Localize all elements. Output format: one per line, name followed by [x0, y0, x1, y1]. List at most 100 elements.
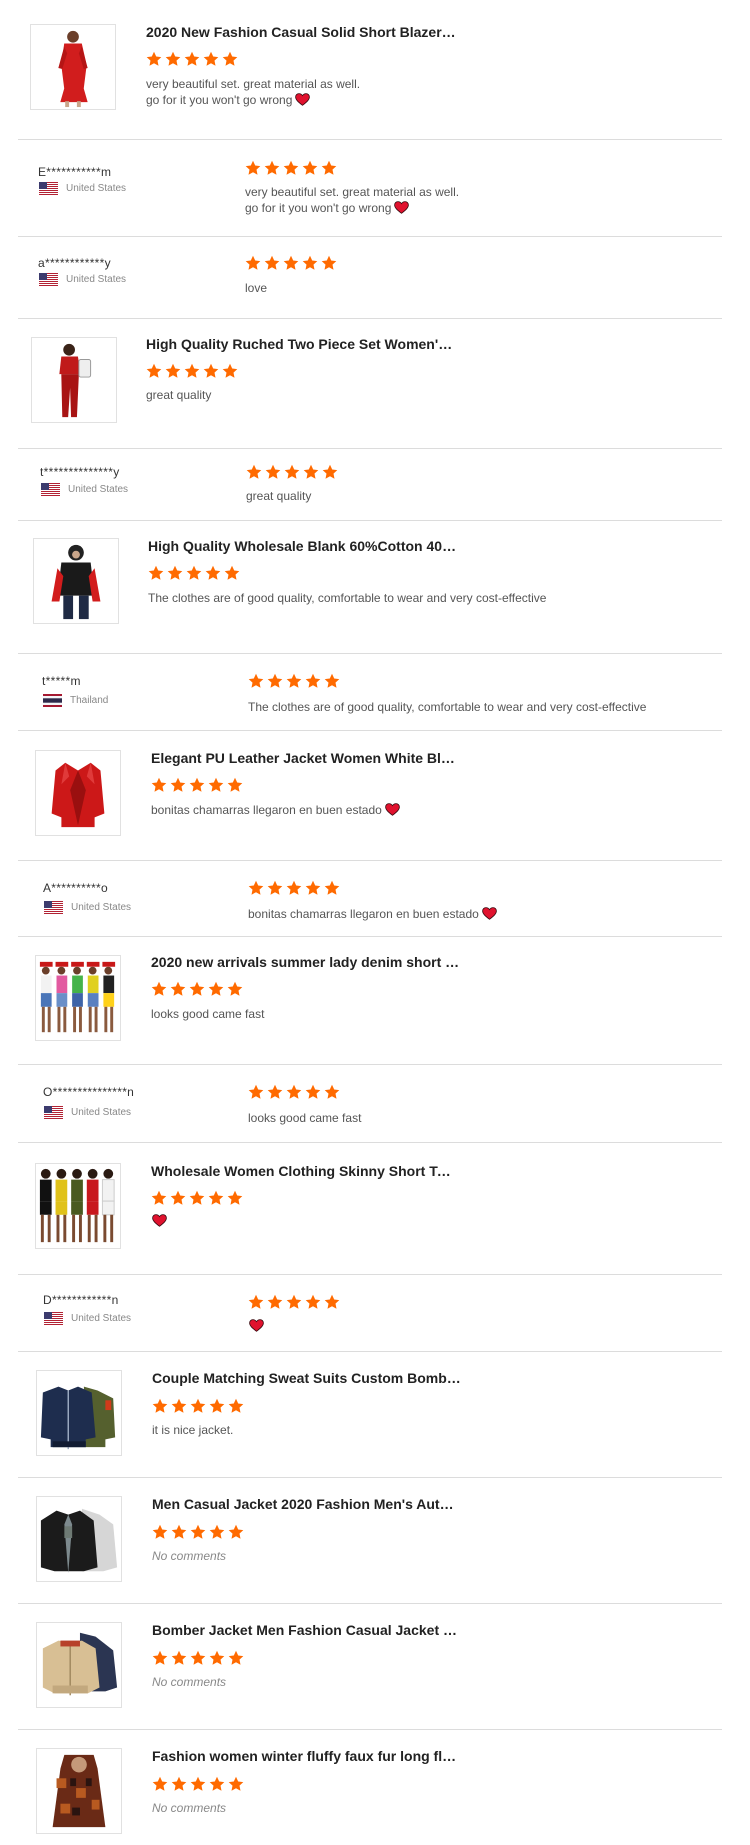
- product-review-block: High Quality Ruched Two Piece Set Women'…: [0, 319, 750, 449]
- review-comment: bonitas chamarras llegaron en buen estad…: [248, 906, 497, 922]
- star-icon: [152, 1524, 168, 1540]
- product-title-link[interactable]: 2020 New Fashion Casual Solid Short Blaz…: [146, 24, 456, 40]
- denim-shorts-models-image[interactable]: [35, 955, 121, 1041]
- divider: [18, 1729, 722, 1730]
- star-icon: [302, 160, 318, 176]
- review-feed: 2020 New Fashion Casual Solid Short Blaz…: [0, 0, 750, 1845]
- star-icon: [190, 1398, 206, 1414]
- product-review-block: 2020 New Fashion Casual Solid Short Blaz…: [0, 0, 750, 140]
- comment-text: great quality: [246, 489, 312, 503]
- star-rating: [151, 981, 243, 997]
- star-icon: [228, 1398, 244, 1414]
- heart-icon: [152, 1214, 167, 1227]
- review-comment: bonitas chamarras llegaron en buen estad…: [151, 802, 400, 818]
- star-icon: [324, 673, 340, 689]
- reviewer-country: Thailand: [70, 695, 109, 706]
- product-title-link[interactable]: Couple Matching Sweat Suits Custom Bombe…: [152, 1370, 462, 1386]
- divider: [18, 936, 722, 937]
- bomber-jackets-image[interactable]: [36, 1370, 122, 1456]
- star-icon: [148, 565, 164, 581]
- product-title-link[interactable]: Elegant PU Leather Jacket Women White Bl…: [151, 750, 461, 766]
- star-icon: [267, 1084, 283, 1100]
- user-review-row: a************y United States love: [0, 237, 750, 319]
- star-rating: [152, 1524, 244, 1540]
- star-icon: [152, 1776, 168, 1792]
- star-icon: [305, 1294, 321, 1310]
- user-review-row: D************n United States: [0, 1275, 750, 1352]
- star-icon: [305, 880, 321, 896]
- comment-text: love: [245, 281, 268, 295]
- review-comment: love: [245, 280, 267, 296]
- review-comment: The clothes are of good quality, comfort…: [248, 699, 646, 715]
- star-icon: [167, 565, 183, 581]
- star-icon: [264, 160, 280, 176]
- divider: [18, 448, 722, 449]
- product-title-link[interactable]: 2020 new arrivals summer lady denim shor…: [151, 954, 461, 970]
- black-hoodie-image[interactable]: [33, 538, 119, 624]
- fur-coat-image[interactable]: [36, 1748, 122, 1834]
- star-icon: [267, 673, 283, 689]
- star-icon: [322, 464, 338, 480]
- star-icon: [189, 777, 205, 793]
- product-title-link[interactable]: Wholesale Women Clothing Skinny Short Tw…: [151, 1163, 461, 1179]
- review-comment: great quality: [146, 387, 211, 403]
- two-piece-sets-models-image[interactable]: [35, 1163, 121, 1249]
- star-icon: [170, 777, 186, 793]
- black-men-jacket-image[interactable]: [36, 1496, 122, 1582]
- star-icon: [203, 51, 219, 67]
- heart-icon: [482, 907, 497, 920]
- star-icon: [152, 1398, 168, 1414]
- product-review-block: Couple Matching Sweat Suits Custom Bombe…: [0, 1352, 750, 1478]
- red-leather-jacket-image[interactable]: [35, 750, 121, 836]
- star-icon: [284, 464, 300, 480]
- star-icon: [209, 1398, 225, 1414]
- beige-bomber-jacket-image[interactable]: [36, 1622, 122, 1708]
- star-icon: [170, 981, 186, 997]
- review-comment: looks good came fast: [248, 1110, 361, 1126]
- star-icon: [170, 1190, 186, 1206]
- star-icon: [171, 1650, 187, 1666]
- user-review-row: E***********m United States very beautiful…: [0, 140, 750, 237]
- reviewer-name: A**********o: [43, 881, 108, 895]
- product-title-link[interactable]: Bomber Jacket Men Fashion Casual Jacket …: [152, 1622, 462, 1638]
- comment-text: very beautiful set. great material as we…: [146, 77, 361, 91]
- star-icon: [324, 880, 340, 896]
- star-icon: [222, 51, 238, 67]
- divider: [18, 520, 722, 521]
- product-title-link[interactable]: High Quality Wholesale Blank 60%Cotton 4…: [148, 538, 458, 554]
- review-comment: [151, 1213, 167, 1229]
- comment-text: The clothes are of good quality, comfort…: [148, 591, 547, 605]
- heart-icon: [394, 201, 410, 214]
- comment-text: looks good came fast: [151, 1007, 265, 1021]
- star-icon: [184, 363, 200, 379]
- product-title-link[interactable]: Fashion women winter fluffy faux fur lon…: [152, 1748, 462, 1764]
- star-icon: [305, 1084, 321, 1100]
- star-icon: [189, 981, 205, 997]
- red-two-piece-set-image[interactable]: [31, 337, 117, 423]
- star-icon: [228, 1524, 244, 1540]
- divider: [18, 1142, 722, 1143]
- star-icon: [209, 1650, 225, 1666]
- us-flag-icon: [44, 901, 63, 914]
- us-flag-icon: [39, 273, 58, 286]
- review-comment: No comments: [152, 1674, 226, 1690]
- reviewer-name: D************n: [43, 1293, 119, 1307]
- divider: [18, 653, 722, 654]
- star-icon: [267, 880, 283, 896]
- comment-text: The clothes are of good quality, comfort…: [248, 700, 647, 714]
- review-comment: very beautiful set. great material as we…: [146, 76, 360, 108]
- star-icon: [228, 1776, 244, 1792]
- star-rating: [151, 1190, 243, 1206]
- product-title-link[interactable]: Men Casual Jacket 2020 Fashion Men's Aut…: [152, 1496, 462, 1512]
- star-icon: [248, 880, 264, 896]
- product-title-link[interactable]: High Quality Ruched Two Piece Set Women'…: [146, 336, 456, 352]
- star-rating: [152, 1650, 244, 1666]
- review-comment: it is nice jacket.: [152, 1422, 233, 1438]
- star-icon: [283, 160, 299, 176]
- reviewer-name: t**************y: [40, 465, 120, 479]
- product-review-block: Bomber Jacket Men Fashion Casual Jacket …: [0, 1604, 750, 1730]
- red-blazer-dress-image[interactable]: [30, 24, 116, 110]
- star-icon: [264, 255, 280, 271]
- star-icon: [208, 981, 224, 997]
- star-icon: [248, 1084, 264, 1100]
